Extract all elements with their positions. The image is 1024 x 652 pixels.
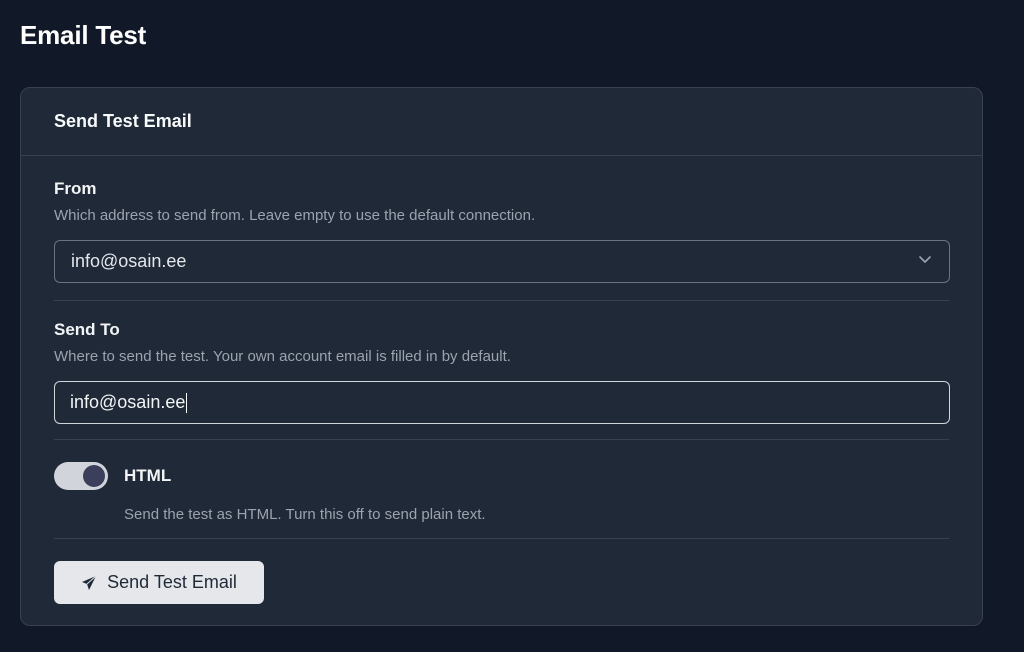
actions: Send Test Email: [54, 539, 949, 604]
paper-plane-icon: [82, 575, 97, 590]
send-to-label: Send To: [54, 320, 120, 339]
from-select-value: info@osain.ee: [71, 251, 187, 271]
from-label: From: [54, 179, 97, 198]
send-test-email-card: Send Test Email From Which address to se…: [20, 87, 983, 626]
html-toggle[interactable]: [54, 462, 108, 490]
html-toggle-group: HTML Send the test as HTML. Turn this of…: [54, 440, 949, 539]
card-title: Send Test Email: [54, 111, 192, 131]
page-title: Email Test: [20, 20, 147, 50]
toggle-knob: [83, 465, 105, 487]
card-body: From Which address to send from. Leave e…: [21, 156, 982, 604]
send-test-email-button-label: Send Test Email: [107, 572, 237, 592]
chevron-down-icon: [917, 251, 933, 272]
html-toggle-help-text: Send the test as HTML. Turn this off to …: [124, 506, 486, 523]
send-to-help-text: Where to send the test. Your own account…: [54, 348, 511, 365]
from-field-group: From Which address to send from. Leave e…: [54, 156, 950, 301]
card-header: Send Test Email: [21, 88, 982, 156]
send-to-input-value: info@osain.ee: [70, 392, 186, 412]
from-select[interactable]: info@osain.ee: [54, 240, 950, 283]
send-test-email-button[interactable]: Send Test Email: [54, 561, 264, 604]
send-to-input[interactable]: info@osain.ee: [54, 381, 950, 424]
html-toggle-label: HTML: [124, 466, 172, 485]
text-caret: [186, 392, 188, 413]
send-to-field-group: Send To Where to send the test. Your own…: [54, 301, 950, 440]
from-help-text: Which address to send from. Leave empty …: [54, 207, 536, 224]
